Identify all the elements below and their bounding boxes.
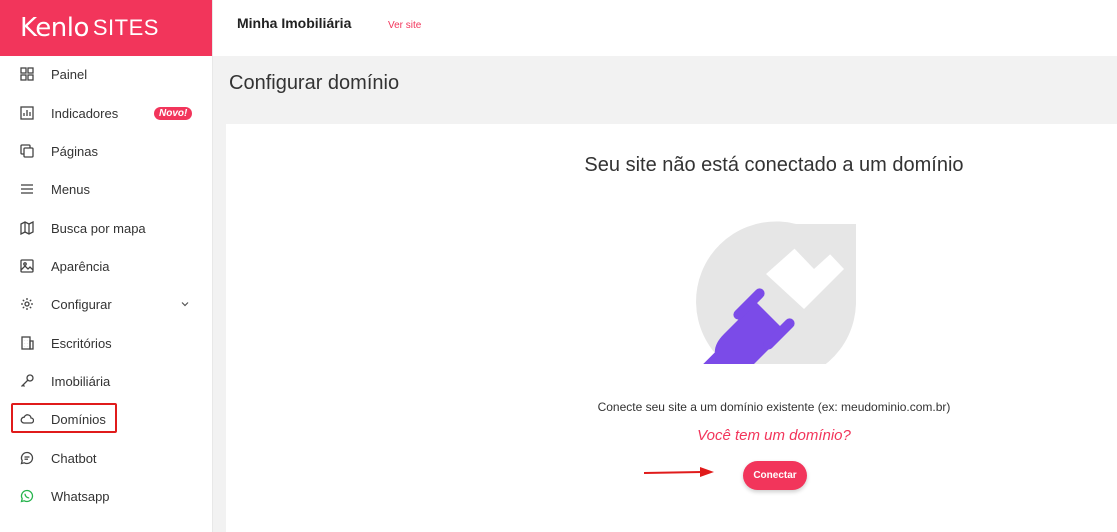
description-text: Conecte seu site a um domínio existente … xyxy=(597,400,951,414)
sidebar: Kenlo SITES Painel Indicadores Novo! Pág… xyxy=(0,0,213,532)
sidebar-item-aparencia[interactable]: Aparência xyxy=(0,250,212,282)
card-heading: Seu site não está conectado a um domínio xyxy=(584,154,964,176)
sidebar-item-menus[interactable]: Menus xyxy=(0,173,212,205)
menu-icon xyxy=(20,182,34,196)
logo-main-text: Kenlo xyxy=(20,13,89,43)
top-bar: Minha Imobiliária Ver site xyxy=(213,0,1117,56)
sidebar-item-configurar[interactable]: Configurar xyxy=(0,288,212,320)
sidebar-item-label: Aparência xyxy=(51,258,110,274)
site-name: Minha Imobiliária xyxy=(237,15,352,31)
sidebar-item-label: Imobiliária xyxy=(51,373,111,389)
ver-site-link[interactable]: Ver site xyxy=(388,20,421,31)
sidebar-item-indicadores[interactable]: Indicadores Novo! xyxy=(0,97,212,129)
sidebar-item-label: Menus xyxy=(51,181,91,197)
sidebar-item-imobiliaria[interactable]: Imobiliária xyxy=(0,365,212,397)
building-icon xyxy=(20,336,34,350)
annotation-arrow-icon xyxy=(644,467,714,477)
sidebar-item-label: Busca por mapa xyxy=(51,220,146,236)
connect-button[interactable]: Conectar xyxy=(743,461,807,490)
sidebar-item-escritorios[interactable]: Escritórios xyxy=(0,327,212,359)
brand-logo[interactable]: Kenlo SITES xyxy=(0,0,212,56)
have-domain-link[interactable]: Você tem um domínio? xyxy=(226,427,1117,444)
sidebar-item-label: Chatbot xyxy=(51,450,97,466)
chevron-down-icon xyxy=(181,302,189,307)
new-badge: Novo! xyxy=(154,106,193,120)
chat-icon xyxy=(20,451,34,465)
sidebar-item-label: Painel xyxy=(51,66,88,82)
key-icon xyxy=(20,374,34,388)
image-icon xyxy=(20,259,34,273)
sidebar-item-label: Domínios xyxy=(51,411,106,427)
sidebar-item-label: Configurar xyxy=(51,296,112,312)
gear-icon xyxy=(20,297,34,311)
map-icon xyxy=(20,221,34,235)
grid-icon xyxy=(20,67,34,81)
sidebar-item-label: Páginas xyxy=(51,143,98,159)
logo-sub-text: SITES xyxy=(92,15,159,40)
sidebar-item-whatsapp[interactable]: Whatsapp xyxy=(0,480,212,512)
sidebar-item-painel[interactable]: Painel xyxy=(0,58,212,90)
sidebar-item-chatbot[interactable]: Chatbot xyxy=(0,442,212,474)
plug-illustration xyxy=(696,221,856,374)
page-title: Configurar domínio xyxy=(229,72,400,94)
sidebar-item-label: Indicadores xyxy=(51,105,119,121)
sidebar-item-paginas[interactable]: Páginas xyxy=(0,135,212,167)
cloud-icon xyxy=(20,412,34,426)
sidebar-item-dominios[interactable]: Domínios xyxy=(0,403,212,435)
sidebar-item-label: Escritórios xyxy=(51,335,112,351)
sidebar-item-busca-por-mapa[interactable]: Busca por mapa xyxy=(0,212,212,244)
sidebar-item-label: Whatsapp xyxy=(51,488,110,504)
chart-icon xyxy=(20,106,34,120)
whatsapp-icon xyxy=(20,489,34,503)
pages-icon xyxy=(20,144,34,158)
